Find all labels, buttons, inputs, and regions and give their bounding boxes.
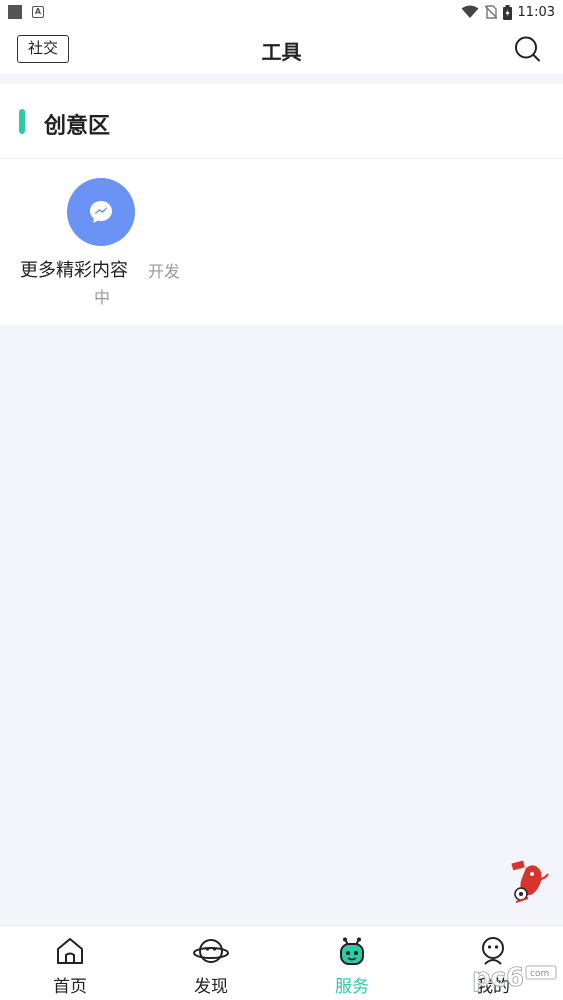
planet-icon: [193, 939, 229, 963]
notification-a-icon: A: [32, 6, 44, 18]
nav-item-discover[interactable]: 发现: [141, 926, 281, 1000]
chat-bubble-glyph: [90, 201, 112, 223]
nav-item-home[interactable]: 首页: [0, 926, 140, 1000]
tool-status: 开发: [148, 262, 181, 281]
nav-item-services[interactable]: 服务: [282, 926, 422, 1000]
robot-icon: [340, 937, 364, 965]
watermark-logo: pc6 com: [472, 963, 557, 993]
nav-label-services: 服务: [335, 977, 369, 997]
no-sim-icon: [484, 5, 497, 19]
section-header: 创意区: [0, 84, 563, 159]
status-right: 11:03: [461, 4, 555, 20]
search-icon[interactable]: [513, 35, 541, 63]
watermark-logo-sub: com: [530, 969, 549, 979]
battery-icon: [502, 4, 512, 20]
wifi-icon: [461, 5, 479, 18]
status-bar: A 11:03: [0, 0, 563, 24]
status-left: A: [8, 5, 44, 19]
section-title: 创意区: [44, 114, 111, 139]
header: 社交 工具: [0, 24, 563, 74]
nav-label-discover: 发现: [194, 977, 228, 997]
section-accent-bar: [19, 109, 25, 134]
chat-bubble-icon: [67, 178, 135, 246]
tool-label: 更多精彩内容: [20, 260, 128, 281]
status-time: 11:03: [517, 4, 555, 20]
mascot-illustration: [511, 860, 549, 903]
creative-section: 创意区 更多精彩内容 开发 中: [0, 84, 563, 325]
nav-label-home: 首页: [53, 977, 87, 997]
notification-square-icon: [8, 5, 22, 19]
tool-item-more-content[interactable]: 更多精彩内容 开发 中: [14, 178, 190, 308]
watermark-logo-text: pc6: [472, 963, 524, 993]
tool-status-continued: 中: [94, 288, 111, 307]
page-title: 工具: [261, 40, 302, 64]
home-icon: [57, 938, 83, 964]
